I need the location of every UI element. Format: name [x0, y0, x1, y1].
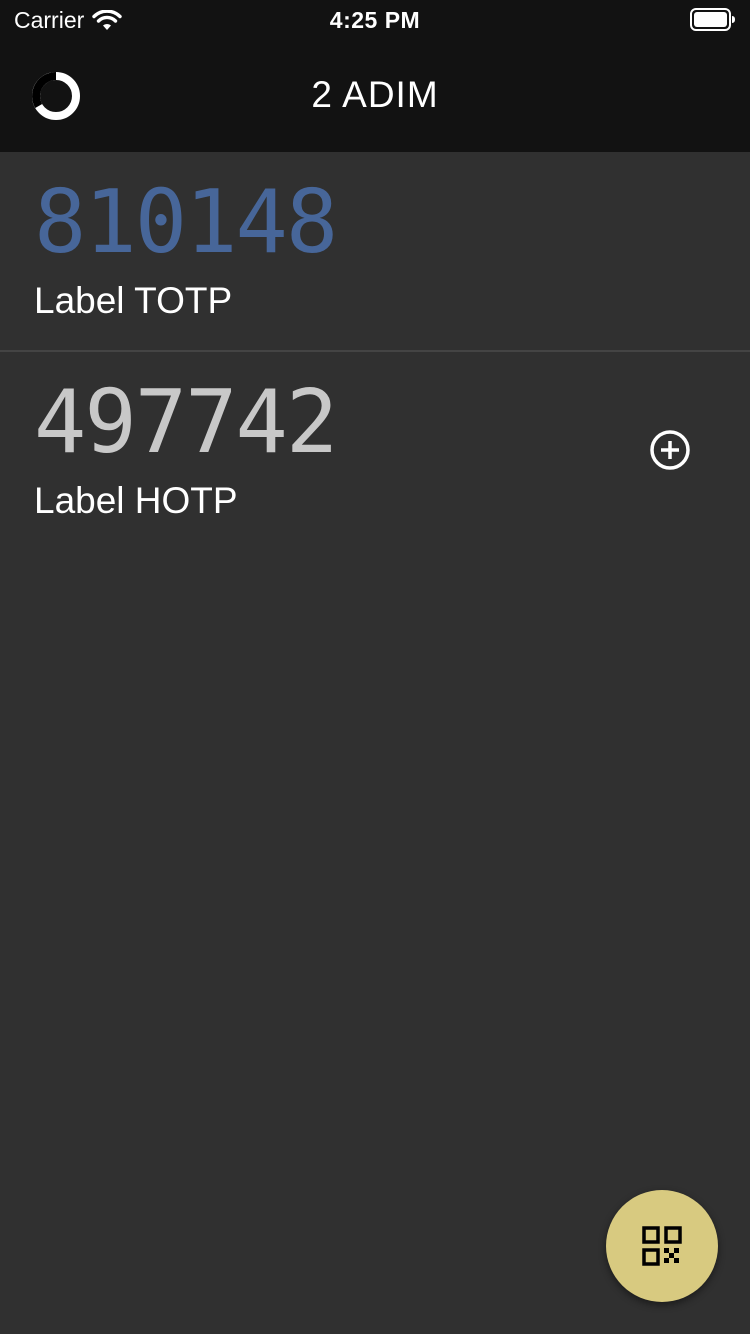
- token-label: Label HOTP: [34, 480, 238, 521]
- battery-full-icon: [690, 8, 736, 37]
- token-list: 810148 Label TOTP 497742 Label HOTP: [0, 152, 750, 550]
- token-item-totp[interactable]: 810148 Label TOTP: [0, 152, 750, 352]
- token-label: Label TOTP: [34, 280, 233, 321]
- status-time: 4:25 PM: [329, 7, 421, 33]
- scan-qr-button[interactable]: [606, 1190, 718, 1302]
- status-bar: Carrier 4:25 PM: [0, 0, 750, 40]
- qr-code-icon: [642, 1226, 682, 1266]
- add-circle-icon[interactable]: [646, 426, 694, 474]
- token-code: 497742: [34, 371, 338, 473]
- token-item-hotp[interactable]: 497742 Label HOTP: [0, 352, 750, 550]
- token-code: 810148: [34, 171, 338, 273]
- page-title: 2 ADIM: [311, 74, 439, 115]
- app-bar: 2 ADIM: [0, 40, 750, 152]
